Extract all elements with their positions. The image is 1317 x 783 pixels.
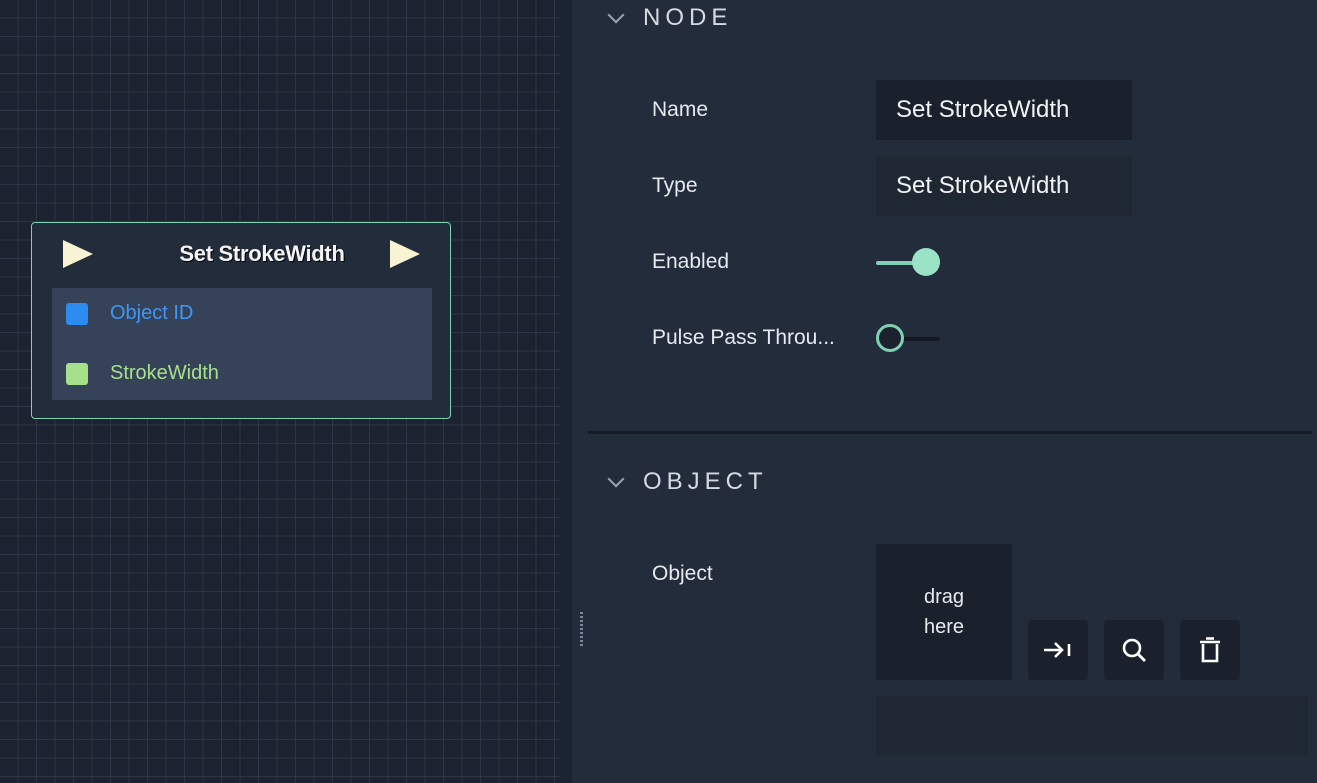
enabled-toggle-knob[interactable] <box>912 248 940 276</box>
drop-zone-text-2: here <box>923 616 965 638</box>
jump-to-button[interactable] <box>1028 620 1088 680</box>
inspector-panel: NODE Name Set StrokeWidth Type Set Strok… <box>588 0 1317 783</box>
chevron-down-icon <box>607 470 625 488</box>
pulse-pass-through-label: Pulse Pass Throu... <box>652 326 835 349</box>
drop-zone-text-1: drag <box>923 586 965 608</box>
type-field: Set StrokeWidth <box>876 156 1132 216</box>
enabled-label: Enabled <box>652 250 730 273</box>
jump-to-icon <box>1044 642 1071 658</box>
canvas-edge <box>560 0 572 783</box>
object-section-title: OBJECT <box>643 468 768 495</box>
pulse-output-icon[interactable] <box>390 240 420 268</box>
object-section-header[interactable]: OBJECT <box>607 468 768 496</box>
pulse-toggle-knob[interactable] <box>876 324 904 352</box>
section-divider <box>588 431 1312 434</box>
enabled-toggle[interactable] <box>876 248 940 278</box>
chevron-down-icon <box>607 6 625 24</box>
node-title: Set StrokeWidth <box>179 241 345 266</box>
graph-node[interactable]: Set StrokeWidth Object ID StrokeWidth <box>31 222 451 419</box>
port-object-id-label: Object ID <box>110 302 194 324</box>
port-object-id[interactable]: Object ID <box>66 302 193 325</box>
search-button[interactable] <box>1104 620 1164 680</box>
node-section-header[interactable]: NODE <box>607 4 733 32</box>
port-strokewidth-label: StrokeWidth <box>110 362 219 384</box>
node-ports: Object ID StrokeWidth <box>52 288 432 400</box>
pulse-pass-through-toggle[interactable] <box>876 324 940 354</box>
object-id-field[interactable] <box>876 696 1308 756</box>
type-label: Type <box>652 174 698 197</box>
trash-icon <box>1200 637 1220 663</box>
delete-button[interactable] <box>1180 620 1240 680</box>
search-icon <box>1122 638 1146 662</box>
name-field[interactable]: Set StrokeWidth <box>876 80 1132 140</box>
graph-canvas[interactable]: Set StrokeWidth Object ID StrokeWidth <box>0 0 572 783</box>
node-section-title: NODE <box>643 4 733 31</box>
panel-resize-handle[interactable] <box>580 612 583 646</box>
port-object-id-socket[interactable] <box>66 302 88 325</box>
object-drop-zone[interactable]: drag here <box>876 544 1012 680</box>
name-label: Name <box>652 98 709 121</box>
object-label: Object <box>652 562 713 585</box>
port-strokewidth-socket[interactable] <box>66 362 88 385</box>
port-strokewidth[interactable]: StrokeWidth <box>66 362 219 385</box>
